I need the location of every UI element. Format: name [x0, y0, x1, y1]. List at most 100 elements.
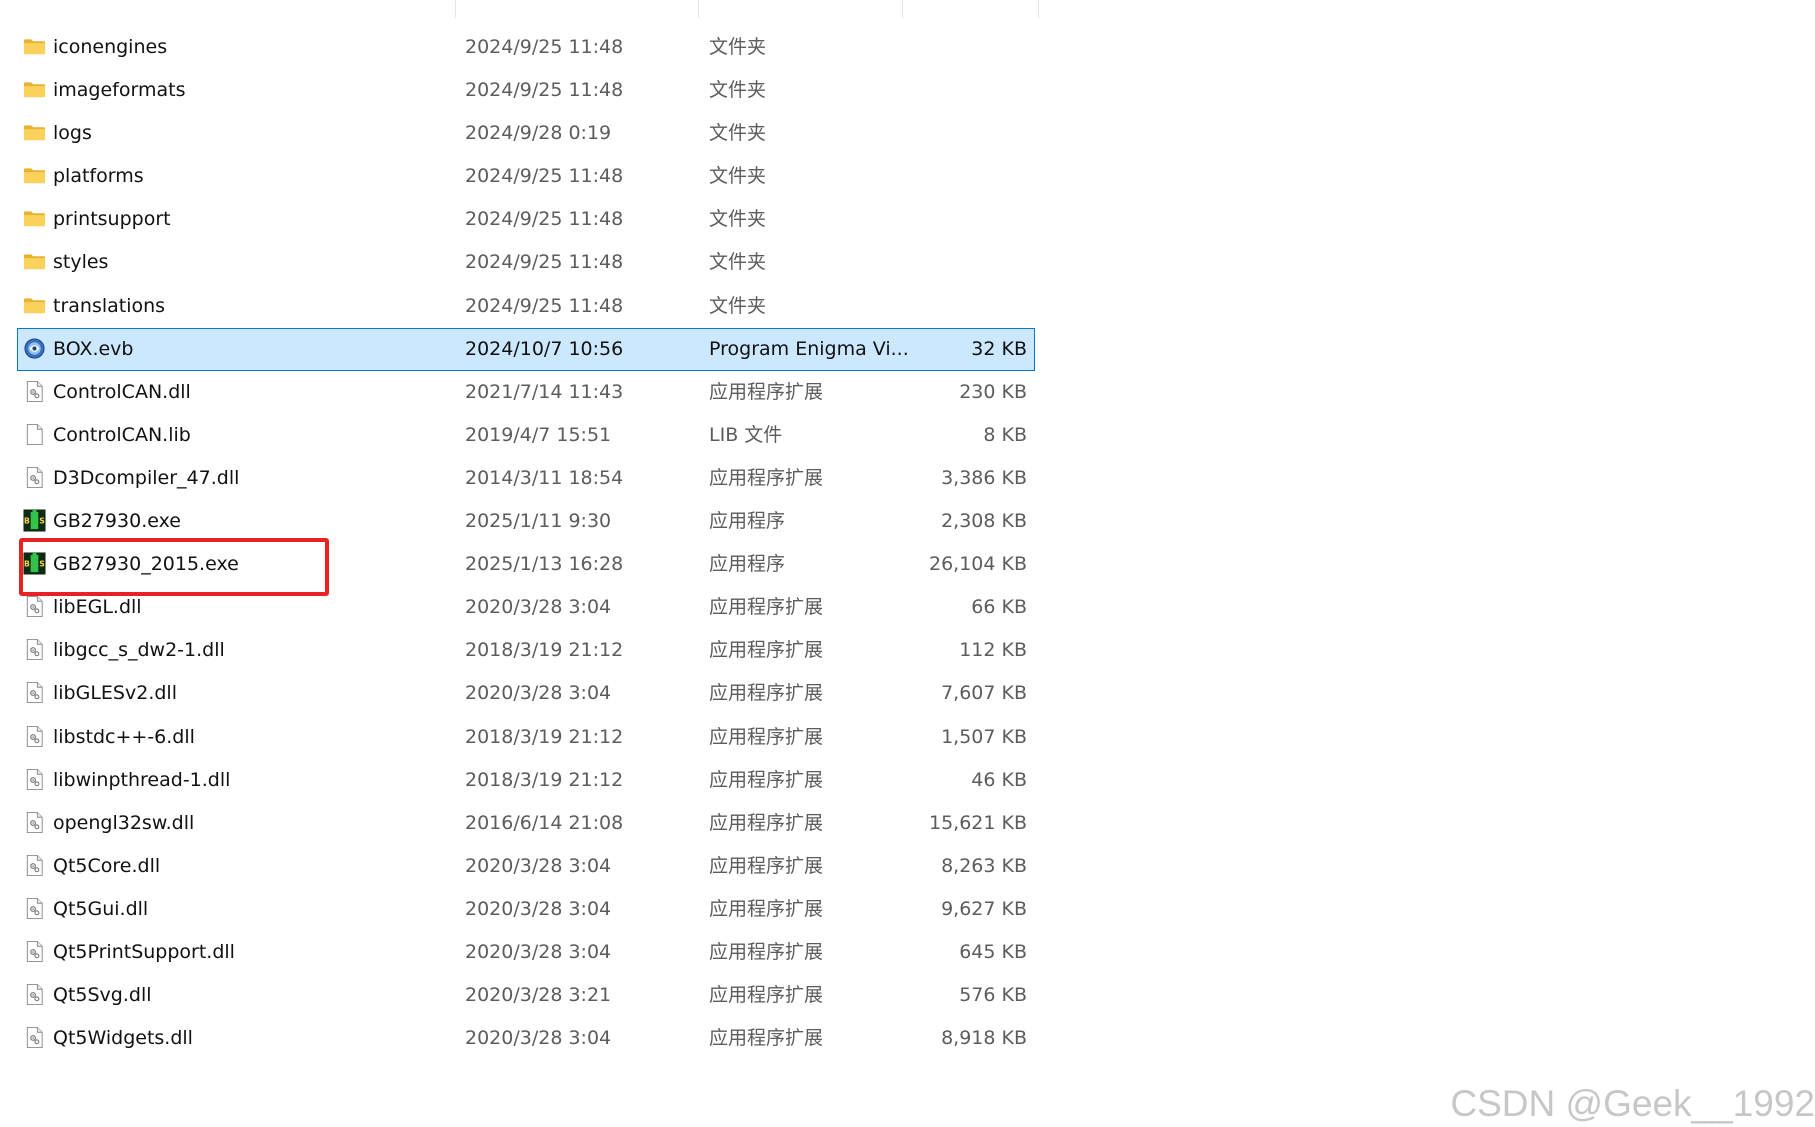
file-row[interactable]: libwinpthread-1.dll 2018/3/19 21:12 应用程序扩展…: [17, 759, 1035, 802]
file-size: 26,104 KB: [928, 553, 1027, 576]
file-row[interactable]: styles 2024/9/25 11:48 文件夹: [17, 241, 1035, 284]
file-date: 2024/9/25 11:48: [465, 165, 624, 188]
file-date: 2020/3/28 3:04: [465, 940, 612, 963]
file-name: ControlCAN.lib: [53, 423, 191, 446]
file-name: libstdc++-6.dll: [53, 725, 195, 748]
file-type: 应用程序扩展: [709, 897, 824, 920]
file-size: 2,308 KB: [941, 510, 1027, 533]
file-size: 15,621 KB: [928, 811, 1027, 834]
file-name: platforms: [53, 165, 144, 188]
file-row[interactable]: logs 2024/9/28 0:19 文件夹: [17, 112, 1035, 155]
file-size: 8 KB: [983, 423, 1027, 446]
svg-text:S: S: [39, 516, 45, 525]
file-row[interactable]: BOX.evb 2024/10/7 10:56 Program Enigma Vi.…: [17, 327, 1035, 371]
bms-app-icon: BS: [23, 509, 46, 532]
file-name: libEGL.dll: [53, 596, 142, 619]
file-size: 9,627 KB: [941, 897, 1027, 920]
dll-icon: [23, 380, 46, 403]
file-row[interactable]: ControlCAN.lib 2019/4/7 15:51 LIB 文件 8 KB: [17, 414, 1035, 457]
dll-icon: [23, 595, 46, 618]
file-row[interactable]: Qt5PrintSupport.dll 2020/3/28 3:04 应用程序扩展 6…: [17, 931, 1035, 974]
bms-app-icon: BS: [23, 552, 46, 575]
file-name: printsupport: [53, 208, 171, 231]
file-type: 文件夹: [709, 165, 767, 188]
file-date: 2020/3/28 3:04: [465, 854, 612, 877]
file-date: 2020/3/28 3:04: [465, 897, 612, 920]
file-date: 2016/6/14 21:08: [465, 811, 624, 834]
dll-icon: [23, 1026, 46, 1049]
file-type: 文件夹: [709, 251, 767, 274]
column-divider[interactable]: [1038, 0, 1039, 18]
file-size: 46 KB: [971, 768, 1027, 791]
file-type: 应用程序扩展: [709, 725, 824, 748]
file-row[interactable]: translations 2024/9/25 11:48 文件夹: [17, 285, 1035, 328]
file-date: 2024/9/25 11:48: [465, 208, 624, 231]
folder-icon: [23, 250, 46, 273]
file-row[interactable]: libGLESv2.dll 2020/3/28 3:04 应用程序扩展 7,607 K…: [17, 672, 1035, 715]
file-date: 2019/4/7 15:51: [465, 423, 612, 446]
column-header-name[interactable]: 名称: [40, 0, 76, 18]
file-type: 应用程序扩展: [709, 768, 824, 791]
file-row[interactable]: Qt5Core.dll 2020/3/28 3:04 应用程序扩展 8,263 KB: [17, 845, 1035, 888]
file-date: 2024/10/7 10:56: [465, 337, 624, 360]
file-type: 应用程序扩展: [709, 1027, 824, 1050]
file-row[interactable]: iconengines 2024/9/25 11:48 文件夹: [17, 26, 1035, 69]
file-type: 应用程序扩展: [709, 380, 824, 403]
file-row[interactable]: libstdc++-6.dll 2018/3/19 21:12 应用程序扩展 1,50…: [17, 716, 1035, 759]
file-date: 2020/3/28 3:04: [465, 682, 612, 705]
file-type: 应用程序: [709, 510, 786, 533]
file-row[interactable]: D3Dcompiler_47.dll 2014/3/11 18:54 应用程序扩展 3…: [17, 457, 1035, 500]
file-name: opengl32sw.dll: [53, 811, 195, 834]
file-type: 应用程序扩展: [709, 466, 824, 489]
watermark: CSDN @Geek__1992: [1450, 1083, 1815, 1124]
dll-icon: [23, 854, 46, 877]
file-row[interactable]: libEGL.dll 2020/3/28 3:04 应用程序扩展 66 KB: [17, 586, 1035, 629]
file-name: GB27930.exe: [53, 510, 181, 533]
file-icon: [23, 423, 46, 446]
file-row[interactable]: printsupport 2024/9/25 11:48 文件夹: [17, 198, 1035, 241]
file-type: 文件夹: [709, 79, 767, 102]
dll-icon: [23, 725, 46, 748]
column-header-date[interactable]: 修改日期: [464, 0, 536, 18]
enigma-icon: [23, 337, 46, 360]
file-row[interactable]: libgcc_s_dw2-1.dll 2018/3/19 21:12 应用程序扩展 1…: [17, 629, 1035, 672]
file-type: 应用程序扩展: [709, 854, 824, 877]
file-name: Qt5Svg.dll: [53, 984, 152, 1007]
column-header-size[interactable]: 大小: [912, 0, 948, 18]
file-name: D3Dcompiler_47.dll: [53, 466, 240, 489]
file-type: LIB 文件: [709, 423, 783, 446]
file-row[interactable]: imageformats 2024/9/25 11:48 文件夹: [17, 69, 1035, 112]
file-type: 文件夹: [709, 122, 767, 145]
svg-text:B: B: [24, 516, 30, 525]
file-date: 2024/9/28 0:19: [465, 122, 612, 145]
column-header-type[interactable]: 类型: [708, 0, 744, 18]
file-name: libwinpthread-1.dll: [53, 768, 231, 791]
file-row[interactable]: ControlCAN.dll 2021/7/14 11:43 应用程序扩展 230 K…: [17, 371, 1035, 414]
file-type: 应用程序扩展: [709, 940, 824, 963]
dll-icon: [23, 811, 46, 834]
svg-text:S: S: [39, 560, 45, 569]
file-row[interactable]: Qt5Gui.dll 2020/3/28 3:04 应用程序扩展 9,627 KB: [17, 888, 1035, 931]
file-name: Qt5Core.dll: [53, 854, 161, 877]
file-size: 1,507 KB: [941, 725, 1027, 748]
file-size: 112 KB: [959, 639, 1027, 662]
folder-icon: [23, 35, 46, 58]
column-divider[interactable]: [455, 0, 456, 18]
column-divider[interactable]: [902, 0, 903, 18]
file-row[interactable]: B S GB27930.exe 2025/1/11 9:30 应用程序 2,308 KB: [17, 500, 1035, 543]
file-row[interactable]: Qt5Widgets.dll 2020/3/28 3:04 应用程序扩展 8,918 …: [17, 1017, 1035, 1060]
dll-icon: [23, 940, 46, 963]
file-row[interactable]: opengl32sw.dll 2016/6/14 21:08 应用程序扩展 15,62…: [17, 802, 1035, 845]
file-row[interactable]: Qt5Svg.dll 2020/3/28 3:21 应用程序扩展 576 KB: [17, 974, 1035, 1017]
file-row[interactable]: B S GB27930_2015.exe 2025/1/13 16:28 应用程序 26,…: [17, 543, 1035, 586]
column-divider[interactable]: [698, 0, 699, 18]
dll-icon: [23, 983, 46, 1006]
file-date: 2024/9/25 11:48: [465, 294, 624, 317]
file-name: ControlCAN.dll: [53, 380, 191, 403]
file-size: 645 KB: [959, 940, 1027, 963]
file-row[interactable]: platforms 2024/9/25 11:48 文件夹: [17, 155, 1035, 198]
file-date: 2024/9/25 11:48: [465, 36, 624, 58]
file-size: 8,918 KB: [941, 1027, 1027, 1050]
file-type: 应用程序扩展: [709, 811, 824, 834]
file-date: 2020/3/28 3:21: [465, 984, 612, 1007]
